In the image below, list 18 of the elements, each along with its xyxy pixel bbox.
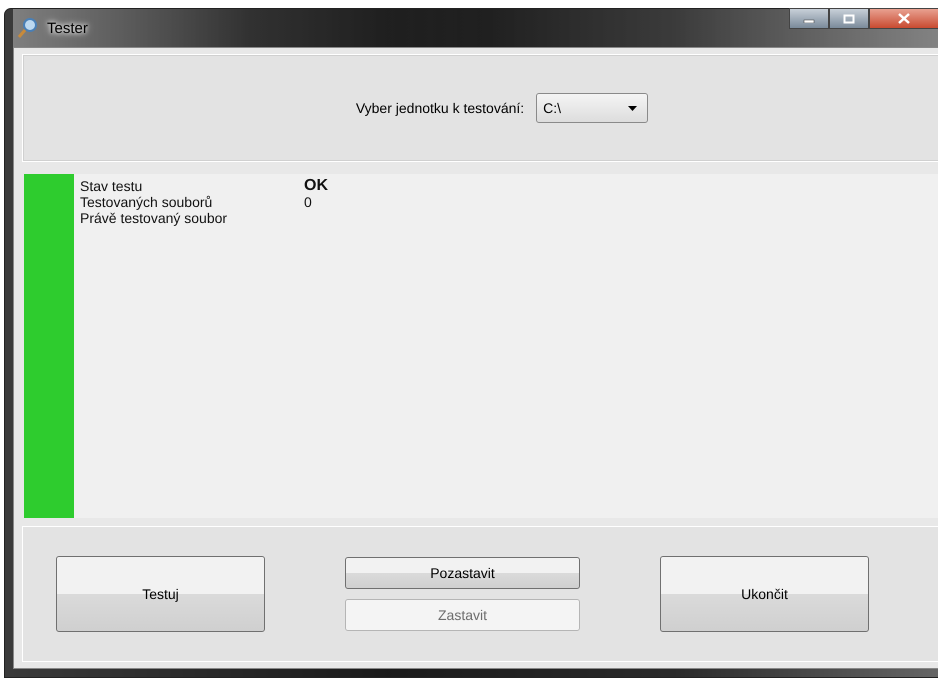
maximize-icon: [843, 14, 855, 24]
status-label: Testovaných souborů: [80, 194, 214, 210]
maximize-button[interactable]: [829, 8, 869, 29]
close-button[interactable]: [869, 8, 938, 29]
drive-dropdown[interactable]: C:\: [536, 93, 648, 123]
status-value: OK: [304, 178, 328, 194]
close-icon: [898, 13, 910, 24]
dropdown-caret-icon: [628, 106, 638, 110]
action-button[interactable]: Pozastavit: [345, 557, 580, 589]
window-title: Tester: [47, 20, 88, 36]
minimize-button[interactable]: [789, 8, 829, 29]
exit-button[interactable]: Ukončit: [660, 556, 869, 632]
test-button[interactable]: Testuj: [56, 556, 265, 632]
status-value: 0: [304, 194, 313, 210]
status-label: Stav testu: [80, 178, 144, 194]
status-label: Právě testovaný soubor: [80, 210, 228, 226]
drive-label: Vyber jednotku k testování:: [356, 100, 524, 116]
magnifier-icon: [17, 17, 39, 39]
